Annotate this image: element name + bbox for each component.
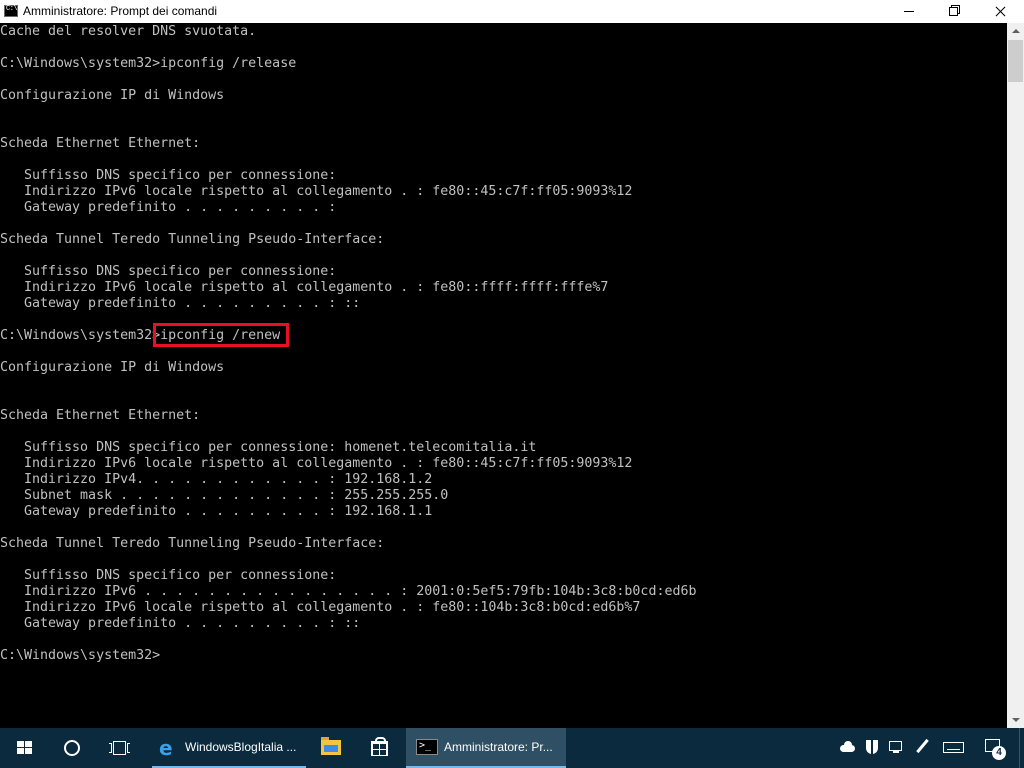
restore-button[interactable] bbox=[931, 0, 977, 23]
network-icon[interactable] bbox=[884, 728, 908, 768]
edge-icon: e bbox=[159, 736, 173, 760]
console-line: Configurazione IP di Windows bbox=[0, 88, 225, 103]
keyboard-icon[interactable] bbox=[940, 728, 968, 768]
console-line: Suffisso DNS specifico per connessione: bbox=[0, 568, 337, 583]
console-line: Indirizzo IPv6 . . . . . . . . . . . . .… bbox=[0, 584, 697, 599]
close-button[interactable] bbox=[977, 0, 1023, 23]
notification-center-button[interactable]: 4 bbox=[980, 728, 1010, 768]
scroll-down-arrow-icon[interactable] bbox=[1007, 711, 1024, 728]
window-title: Amministratore: Prompt dei comandi bbox=[23, 4, 218, 18]
windows-logo-icon bbox=[17, 741, 32, 755]
notification-count: 4 bbox=[992, 746, 1006, 760]
console-line: C:\Windows\system32> bbox=[0, 648, 161, 663]
console-line: Gateway predefinito . . . . . . . . . : … bbox=[0, 504, 433, 519]
console-line: Configurazione IP di Windows bbox=[0, 360, 225, 375]
console-line: Subnet mask . . . . . . . . . . . . . : … bbox=[0, 488, 449, 503]
console-line: Indirizzo IPv6 locale rispetto al colleg… bbox=[0, 600, 641, 615]
console-line: Gateway predefinito . . . . . . . . . : … bbox=[0, 296, 361, 311]
minimize-button[interactable] bbox=[886, 0, 932, 23]
desktop-screen: Amministratore: Prompt dei comandi Cache… bbox=[0, 0, 1024, 768]
scroll-thumb[interactable] bbox=[1008, 40, 1023, 82]
console-line: Indirizzo IPv6 locale rispetto al colleg… bbox=[0, 456, 633, 471]
console-line: C:\Windows\system32>ipconfig /renew bbox=[0, 328, 281, 343]
store-icon bbox=[371, 741, 388, 756]
defender-icon[interactable] bbox=[860, 728, 884, 768]
console-line: Gateway predefinito . . . . . . . . . : bbox=[0, 200, 337, 215]
taskbar-item-edge[interactable]: e WindowsBlogItalia ... bbox=[152, 728, 306, 768]
console-line: Cache del resolver DNS svuotata. bbox=[0, 24, 257, 39]
console-line: Scheda Ethernet Ethernet: bbox=[0, 136, 201, 151]
scroll-up-arrow-icon[interactable] bbox=[1007, 23, 1024, 40]
cmd-icon[interactable] bbox=[4, 5, 18, 17]
console-line: Suffisso DNS specifico per connessione: … bbox=[0, 440, 537, 455]
onedrive-icon[interactable] bbox=[836, 728, 860, 768]
taskbar-item-command-prompt[interactable]: Amministratore: Pr... bbox=[406, 728, 566, 768]
title-bar[interactable]: Amministratore: Prompt dei comandi bbox=[0, 0, 1024, 23]
console-line: Gateway predefinito . . . . . . . . . : … bbox=[0, 616, 361, 631]
taskbar: e WindowsBlogItalia ... Amministratore: … bbox=[0, 728, 1024, 768]
console-line: Scheda Tunnel Teredo Tunneling Pseudo-In… bbox=[0, 536, 385, 551]
taskbar-item-edge-label: WindowsBlogItalia ... bbox=[185, 740, 297, 754]
console-line: Indirizzo IPv4. . . . . . . . . . . . : … bbox=[0, 472, 433, 487]
renew-command-highlight bbox=[153, 323, 289, 347]
pen-icon[interactable] bbox=[910, 728, 934, 768]
cmd-icon bbox=[416, 739, 438, 755]
taskbar-item-cmd-label: Amministratore: Pr... bbox=[444, 740, 553, 754]
task-view-button[interactable] bbox=[96, 728, 144, 768]
vertical-scrollbar[interactable] bbox=[1007, 23, 1024, 728]
folder-icon bbox=[321, 737, 341, 755]
search-button[interactable] bbox=[48, 728, 96, 768]
taskbar-item-file-explorer[interactable] bbox=[308, 728, 356, 768]
console-line: Suffisso DNS specifico per connessione: bbox=[0, 264, 337, 279]
taskbar-item-store[interactable] bbox=[356, 728, 404, 768]
console-output[interactable]: Cache del resolver DNS svuotata. C:\Windo… bbox=[0, 23, 1007, 728]
console-lines: Cache del resolver DNS svuotata. C:\Windo… bbox=[0, 24, 696, 664]
search-icon bbox=[64, 740, 80, 756]
console-line: Indirizzo IPv6 locale rispetto al colleg… bbox=[0, 184, 633, 199]
console-line: Scheda Tunnel Teredo Tunneling Pseudo-In… bbox=[0, 232, 385, 247]
console-line: Scheda Ethernet Ethernet: bbox=[0, 408, 201, 423]
console-line: C:\Windows\system32>ipconfig /release bbox=[0, 56, 297, 71]
console-line: Suffisso DNS specifico per connessione: bbox=[0, 168, 337, 183]
start-button[interactable] bbox=[0, 728, 48, 768]
show-desktop-button[interactable] bbox=[1019, 728, 1024, 768]
console-line: Indirizzo IPv6 locale rispetto al colleg… bbox=[0, 280, 609, 295]
